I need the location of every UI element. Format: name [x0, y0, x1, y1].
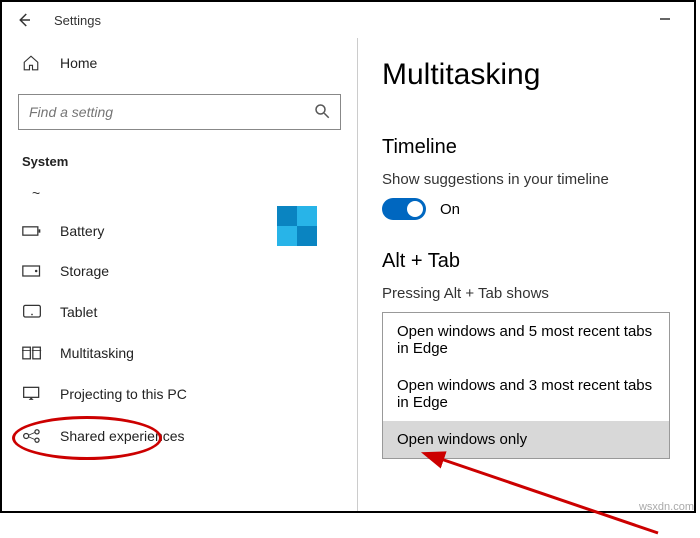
- sidebar-home[interactable]: Home: [2, 46, 357, 80]
- sidebar-item-label: Battery: [60, 223, 104, 239]
- dropdown-option[interactable]: Open windows and 5 most recent tabs in E…: [383, 313, 669, 367]
- sidebar-nav-list: Battery Storage Tablet: [2, 211, 357, 511]
- alttab-dropdown[interactable]: Open windows and 5 most recent tabs in E…: [382, 312, 670, 459]
- minimize-button[interactable]: [658, 12, 682, 26]
- sidebar-item-label: Storage: [60, 263, 109, 279]
- windows-logo-overlay: [277, 206, 317, 246]
- search-input[interactable]: [18, 94, 341, 130]
- annotation-arrow: [418, 448, 668, 538]
- minimize-icon: [658, 12, 672, 26]
- tablet-icon: [22, 303, 42, 321]
- arrow-left-icon: [15, 11, 33, 29]
- sidebar-item-shared-experiences[interactable]: Shared experiences: [2, 415, 357, 457]
- alttab-heading: Alt + Tab: [382, 250, 670, 273]
- sidebar-item-storage[interactable]: Storage: [2, 251, 357, 291]
- content-area: Home System ~ Battery: [2, 38, 694, 511]
- window-title: Settings: [54, 13, 101, 28]
- titlebar: Settings: [2, 2, 694, 38]
- projecting-icon: [22, 385, 42, 403]
- search-icon: [313, 102, 331, 120]
- toggle-knob: [407, 201, 423, 217]
- storage-icon: [22, 263, 42, 279]
- toggle-label: On: [440, 201, 460, 218]
- sidebar: Home System ~ Battery: [2, 38, 358, 511]
- sidebar-item-projecting[interactable]: Projecting to this PC: [2, 373, 357, 415]
- home-icon: [22, 54, 42, 72]
- sidebar-item-multitasking[interactable]: Multitasking: [2, 333, 357, 373]
- dropdown-option[interactable]: Open windows and 3 most recent tabs in E…: [383, 367, 669, 421]
- page-title: Multitasking: [382, 58, 670, 92]
- timeline-toggle[interactable]: [382, 198, 426, 220]
- back-button[interactable]: [14, 10, 34, 30]
- sidebar-item-label: Multitasking: [60, 345, 134, 361]
- main-panel: Multitasking Timeline Show suggestions i…: [358, 38, 694, 511]
- timeline-desc: Show suggestions in your timeline: [382, 171, 670, 188]
- multitasking-icon: [22, 345, 42, 361]
- shared-icon: [22, 427, 42, 445]
- search-box[interactable]: [18, 94, 341, 130]
- home-label: Home: [60, 55, 97, 71]
- sidebar-section-heading: System: [2, 146, 357, 179]
- timeline-heading: Timeline: [382, 136, 670, 159]
- alttab-desc: Pressing Alt + Tab shows: [382, 285, 670, 302]
- sidebar-item-label: Projecting to this PC: [60, 386, 187, 402]
- settings-window: Settings Home System ~: [0, 0, 696, 513]
- battery-icon: [22, 223, 42, 239]
- sidebar-item-tablet[interactable]: Tablet: [2, 291, 357, 333]
- sidebar-item-label: Shared experiences: [60, 428, 185, 444]
- sidebar-item-label: Tablet: [60, 304, 97, 320]
- timeline-toggle-row: On: [382, 198, 670, 220]
- watermark: wsxdn.com: [639, 501, 694, 513]
- dropdown-option-selected[interactable]: Open windows only: [383, 421, 669, 458]
